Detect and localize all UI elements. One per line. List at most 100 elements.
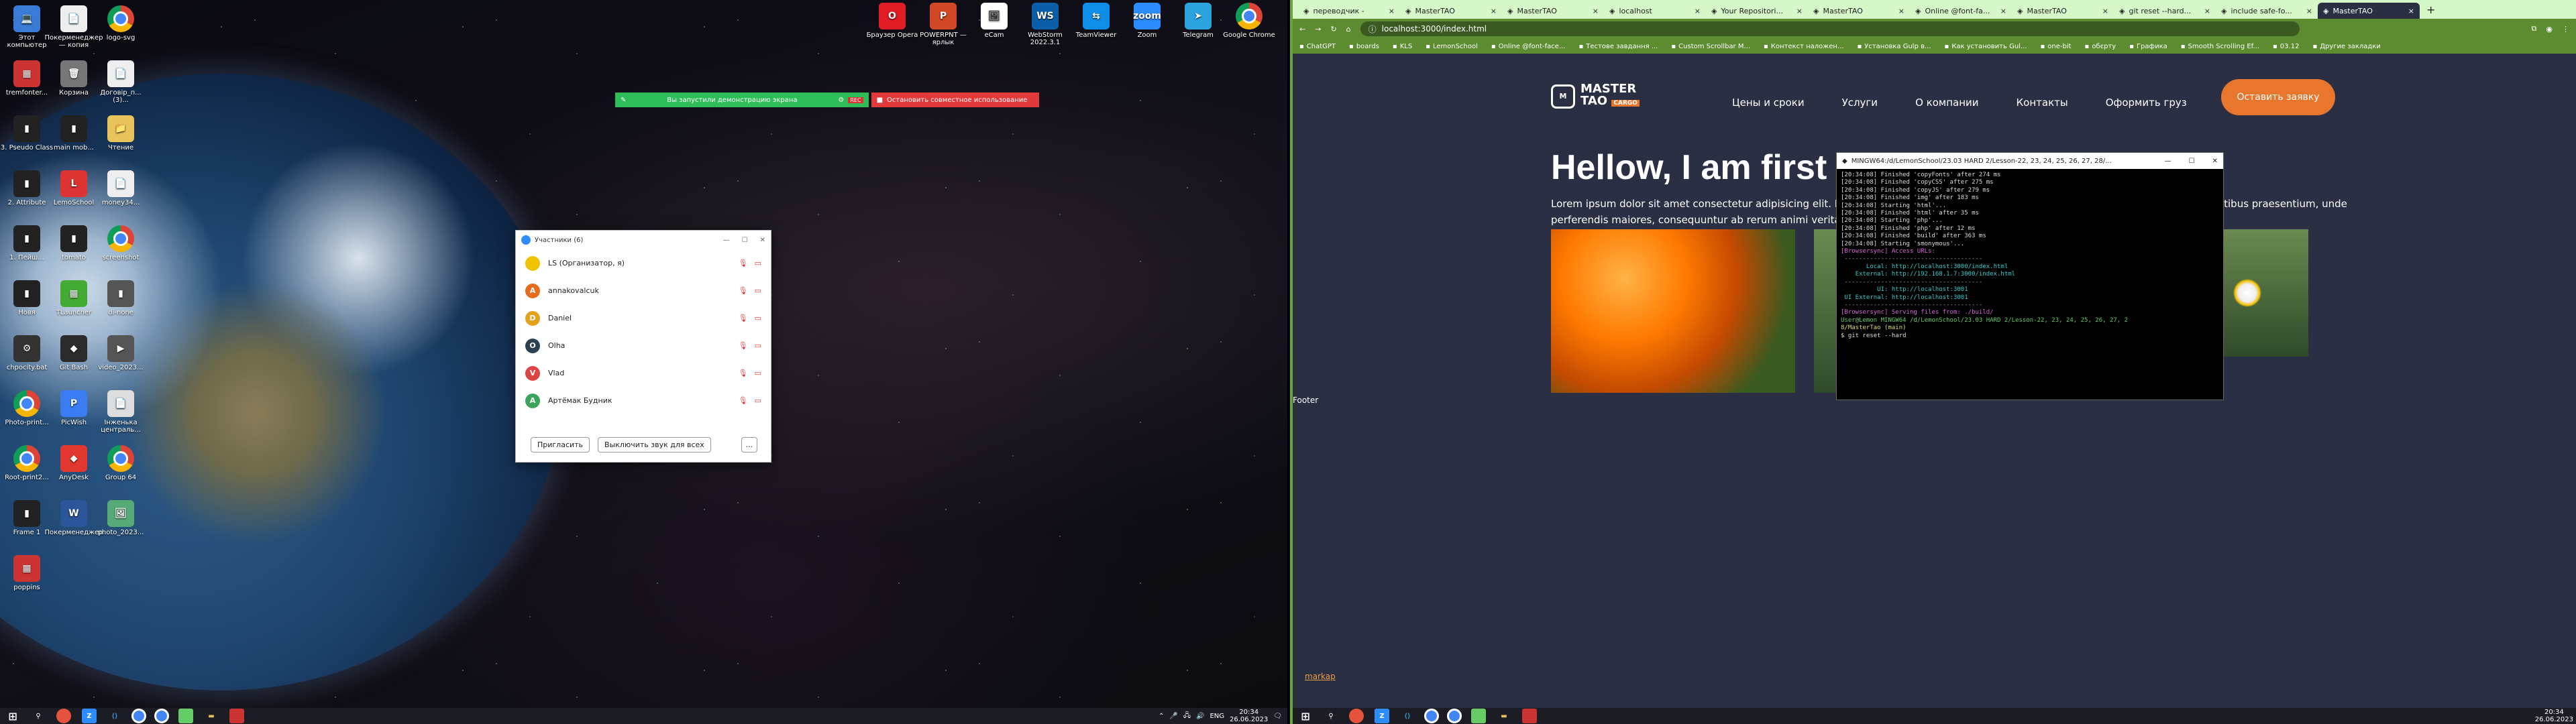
share-status[interactable]: ✎ Вы запустили демонстрацию экрана ⚙ REC [615,93,869,107]
desktop-icon[interactable]: O Браузер Opera [865,0,919,54]
site-logo[interactable]: M MASTER TAO CARGO [1551,83,1640,109]
windows-start-icon[interactable]: ⊞ [1298,709,1313,723]
desktop-icon[interactable]: P POWERPNT — ярлык [916,0,970,54]
desktop-icon[interactable]: Google Chrome [1222,0,1276,54]
participant-row[interactable]: LS (Организатор, я) 🎙 ▭ [516,249,771,277]
address-bar[interactable]: ⓘ localhost:3000/index.html [1360,21,2300,36]
desktop-icon[interactable]: ▮ di-none [94,278,148,331]
mic-muted-icon[interactable]: 🎙 [739,314,748,322]
desktop-icon[interactable]: L LemoSchool [47,168,101,221]
desktop-icon[interactable]: ▦ TLauncher [47,278,101,331]
language-indicator[interactable]: ENG [1210,713,1224,720]
bookmark-item[interactable]: ▪ 03.12 [2273,43,2299,50]
chrome-icon[interactable] [1424,709,1439,723]
bookmark-item[interactable]: ▪ KLS [1393,43,1412,50]
video-off-icon[interactable]: ▭ [755,286,761,295]
bookmark-item[interactable]: ▪ Установка Gulp в... [1857,43,1931,50]
minimize-icon[interactable]: — [723,237,730,244]
zoom-icon[interactable]: Z [1375,709,1389,723]
desktop-icon[interactable]: zoom Zoom [1120,0,1174,54]
windows-start-icon[interactable]: ⊞ [5,709,20,723]
desktop-icon[interactable]: ▮ 1. Пейш... [0,223,54,276]
new-tab-icon[interactable]: + [2420,3,2442,19]
desktop-icon[interactable]: logo-svg [94,3,148,56]
browser-tab[interactable]: ◈ переводчик - × [1298,3,1400,19]
chrome-icon[interactable] [1447,709,1462,723]
bookmark-item[interactable]: ▪ Графика [2129,43,2167,50]
nav-link[interactable]: О компании [1915,97,1978,109]
browser-tab[interactable]: ◈ MasterTAO × [1808,3,1910,19]
close-tab-icon[interactable]: × [1389,7,1395,15]
mic-muted-icon[interactable]: 🎙 [739,369,748,377]
desktop-icon[interactable]: Root-print2... [0,442,54,496]
maximize-icon[interactable]: ☐ [2189,158,2195,165]
volume-icon[interactable]: 🔊 [1196,713,1204,720]
desktop-icon[interactable]: ▦ poppins [0,552,54,606]
vscode-icon[interactable]: ⟨⟩ [1400,709,1415,723]
video-off-icon[interactable]: ▭ [755,259,761,267]
desktop-icon[interactable]: 📄 Покерменеджер — копия [45,3,103,56]
desktop-icon[interactable]: 🖼 eCam [967,0,1021,54]
desktop-icon[interactable]: 🖼 photo_2023... [94,497,148,551]
stop-share-button[interactable]: ■ Остановить совместное использование [871,93,1039,107]
mic-muted-icon[interactable]: 🎙 [739,259,748,267]
desktop-icon[interactable]: ⇆ TeamViewer [1069,0,1123,54]
browser-tab[interactable]: ◈ MasterTAO × [1400,3,1502,19]
close-tab-icon[interactable]: × [1898,7,1904,15]
extensions-icon[interactable]: ⧉ [2532,24,2537,34]
bookmark-item[interactable]: ▪ Другие закладки [2312,43,2380,50]
desktop-icon[interactable]: ▮ main mob... [47,113,101,166]
desktop-icon[interactable]: ▮ 3. Pseudo Class [0,113,54,166]
more-button[interactable]: ... [741,437,757,452]
participant-row[interactable]: D Daniel 🎙 ▭ [516,304,771,332]
git-bash-terminal[interactable]: ◆ MINGW64:/d/LemonSchool/23.03 HARD 2/Le… [1836,152,2224,400]
bookmark-item[interactable]: ▪ LemonSchool [1426,43,1478,50]
desktop-icon[interactable]: 📄 money34... [94,168,148,221]
bookmark-item[interactable]: ▪ boards [1349,43,1379,50]
desktop-icon[interactable]: ▮ Новя [0,278,54,331]
bookmark-item[interactable]: ▪ обєрту [2085,43,2116,50]
settings-icon[interactable]: ⚙ [838,97,844,104]
rec-badge[interactable]: REC [848,97,863,103]
bookmark-item[interactable]: ▪ Smooth Scrolling Ef... [2181,43,2259,50]
bookmark-item[interactable]: ▪ Custom Scrollbar M... [1671,43,1750,50]
menu-icon[interactable]: ⋮ [2562,25,2569,34]
nav-link[interactable]: Оформить груз [2106,97,2187,109]
mic-icon[interactable]: 🎤 [1169,713,1177,720]
close-tab-icon[interactable]: × [1796,7,1803,15]
zoom-icon[interactable]: Z [82,709,97,723]
mute-all-button[interactable]: Выключить звук для всех [598,437,711,452]
desktop-icon[interactable]: 📄 Інженька централь... [94,387,148,441]
browser-tab[interactable]: ◈ MasterTAO × [1502,3,1604,19]
desktop-icon[interactable]: 📄 Договір_п... (3)... [94,58,148,111]
bookmark-item[interactable]: ▪ Как установить Gul... [1945,43,2027,50]
desktop-icon[interactable]: 🗑 Корзина [47,58,101,111]
cta-button[interactable]: Оставить заявку [2221,79,2335,115]
desktop-icon[interactable]: Photo-print... [0,387,54,441]
browser-tab[interactable]: ◈ MasterTAO × [2012,3,2114,19]
participant-row[interactable]: V Vlad 🎙 ▭ [516,359,771,387]
bookmark-item[interactable]: ▪ Тестове завдання ... [1578,43,1658,50]
desktop-icon[interactable]: ▦ tremfonter... [0,58,54,111]
app-icon[interactable] [1471,709,1486,723]
close-tab-icon[interactable]: × [2408,7,2414,15]
back-icon[interactable]: ← [1299,25,1305,34]
close-tab-icon[interactable]: × [1695,7,1701,15]
desktop-icon[interactable]: Group 64 [94,442,148,496]
mic-muted-icon[interactable]: 🎙 [739,341,748,350]
browser-tab[interactable]: ◈ git reset --hard... × [2114,3,2216,19]
app-icon[interactable] [56,709,71,723]
close-tab-icon[interactable]: × [1491,7,1497,15]
chrome-icon[interactable] [131,709,146,723]
desktop-icon[interactable]: ▶ video_2023... [94,333,148,386]
browser-tab[interactable]: ◈ include safe-fo... × [2216,3,2318,19]
browser-tab[interactable]: ◈ Your Repositori... × [1706,3,1808,19]
search-icon[interactable]: ⚲ [31,709,46,723]
bookmark-item[interactable]: ▪ Online @font-face... [1491,43,1566,50]
browser-tab[interactable]: ◈ Online @font-fa... × [1910,3,2012,19]
video-off-icon[interactable]: ▭ [755,341,761,350]
video-off-icon[interactable]: ▭ [755,369,761,377]
video-off-icon[interactable]: ▭ [755,396,761,405]
browser-tab[interactable]: ◈ MasterTAO × [2318,3,2420,19]
minimize-icon[interactable]: — [2165,158,2171,165]
